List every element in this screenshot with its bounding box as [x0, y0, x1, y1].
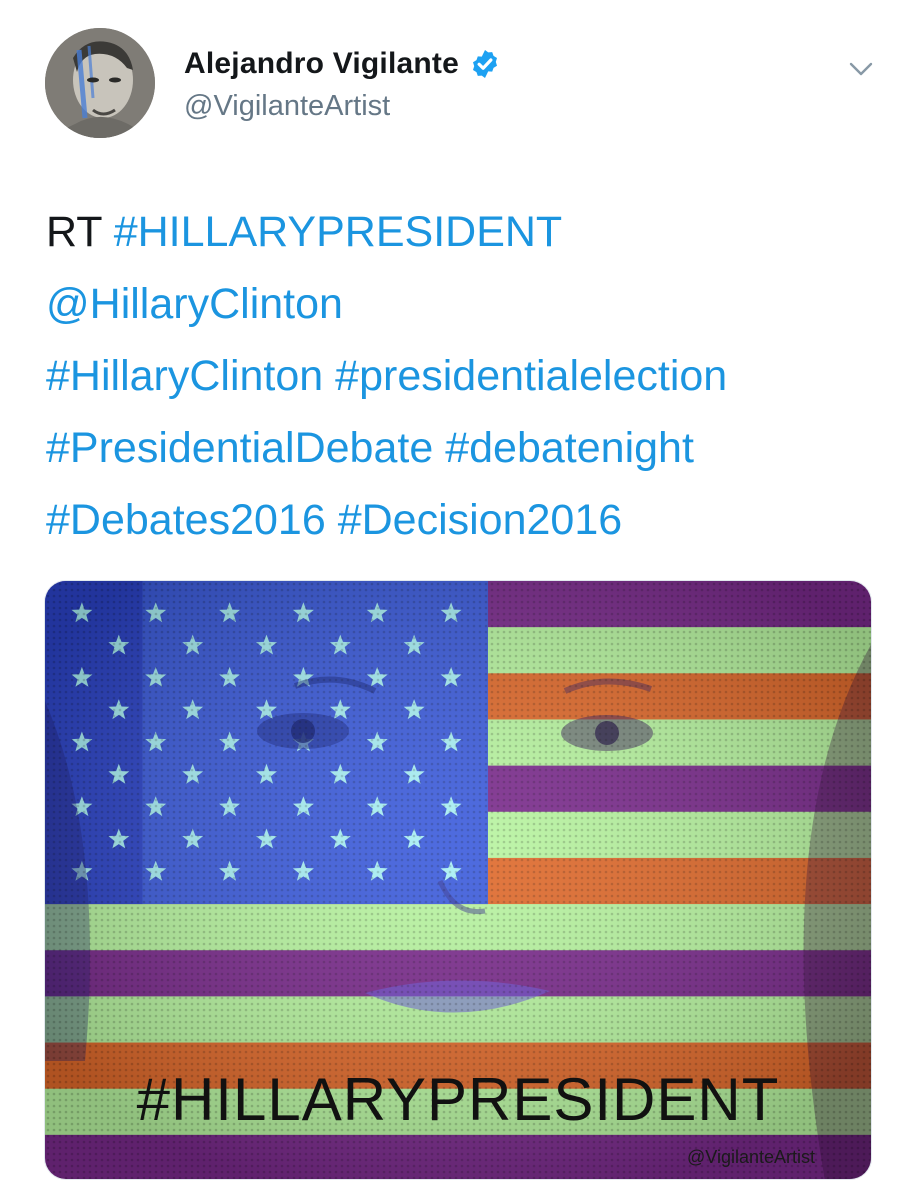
- avatar[interactable]: [45, 28, 155, 138]
- author-handle[interactable]: @VigilanteArtist: [184, 90, 501, 123]
- tweet-plain-text: [323, 352, 335, 400]
- author-display-name[interactable]: Alejandro Vigilante: [184, 47, 459, 81]
- tweet-text-line: #Debates2016 #Decision2016: [46, 484, 886, 556]
- tweet-text-line: RT #HILLARYPRESIDENT: [46, 196, 886, 268]
- media-watermark: @VigilanteArtist: [687, 1147, 815, 1167]
- chevron-down-icon[interactable]: [846, 54, 876, 84]
- verified-badge-icon: [469, 48, 501, 80]
- avatar-image: [45, 28, 155, 138]
- tweet-text: RT #HILLARYPRESIDENT @HillaryClinton #Hill…: [46, 196, 886, 556]
- hashtag-link[interactable]: #presidentialelection: [335, 352, 727, 400]
- tweet-plain-text: [433, 424, 445, 472]
- tweet-text-line: #PresidentialDebate #debatenight: [46, 412, 886, 484]
- tweet-card: Alejandro Vigilante @VigilanteArtist RT …: [0, 0, 916, 1200]
- author-name-row: Alejandro Vigilante: [184, 44, 501, 84]
- tweet-media-image[interactable]: #HILLARYPRESIDENT @VigilanteArtist: [44, 580, 872, 1180]
- hashtag-link[interactable]: #PresidentialDebate: [46, 424, 433, 472]
- media-caption-text: #HILLARYPRESIDENT: [136, 1066, 780, 1133]
- hashtag-link[interactable]: #Debates2016: [46, 496, 326, 544]
- tweet-text-line: @HillaryClinton: [46, 268, 886, 340]
- hashtag-link[interactable]: #HillaryClinton: [46, 352, 323, 400]
- hashtag-link[interactable]: #debatenight: [445, 424, 694, 472]
- hashtag-link[interactable]: #HILLARYPRESIDENT: [114, 208, 562, 256]
- tweet-text-line: #HillaryClinton #presidentialelection: [46, 340, 886, 412]
- author-block: Alejandro Vigilante @VigilanteArtist: [184, 44, 501, 123]
- tweet-plain-text: [326, 496, 338, 544]
- tweet-plain-text: RT: [46, 208, 114, 256]
- mention-link[interactable]: @HillaryClinton: [46, 280, 343, 328]
- hashtag-link[interactable]: #Decision2016: [338, 496, 622, 544]
